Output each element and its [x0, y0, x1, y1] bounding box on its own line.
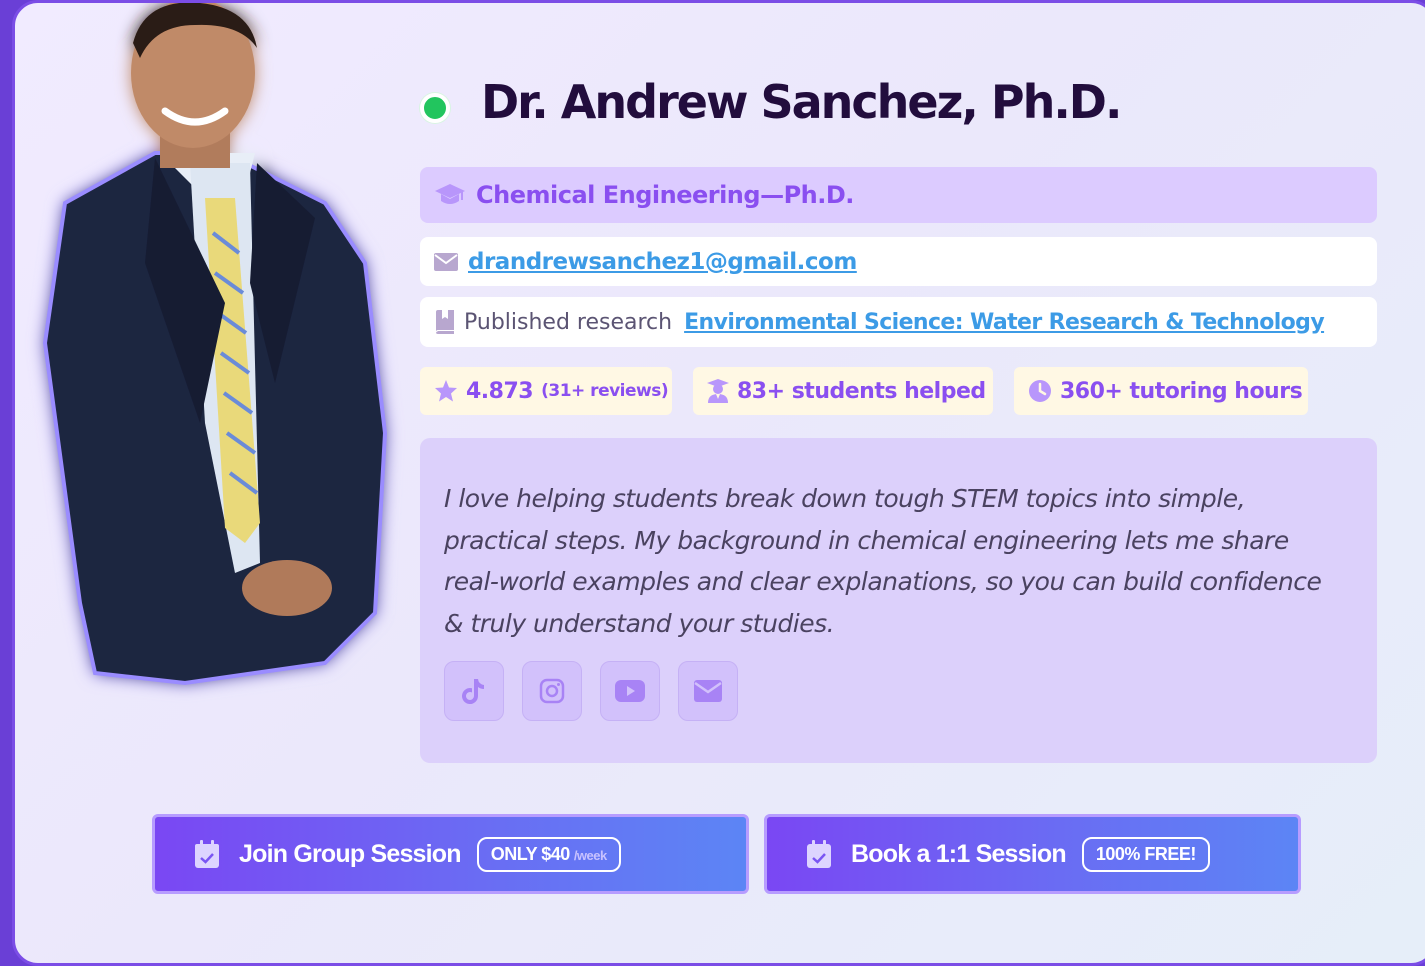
- tutor-name: Dr. Andrew Sanchez, Ph.D.: [481, 75, 1122, 129]
- instagram-icon[interactable]: [522, 661, 582, 721]
- graduation-cap-icon: [434, 182, 466, 208]
- email-row: drandrewsanchez1@gmail.com: [420, 237, 1377, 286]
- hours-badge: 360+ tutoring hours: [1014, 367, 1308, 415]
- rating-badge: 4.873 (31+ reviews): [420, 367, 672, 415]
- social-links: [444, 661, 738, 721]
- online-status-dot: [420, 93, 450, 123]
- hours-text: 360+ tutoring hours: [1060, 378, 1303, 404]
- bio-text: I love helping students break down tough…: [444, 484, 1322, 638]
- reviews-count: (31+ reviews): [541, 381, 669, 401]
- book-session-label: Book a 1:1 Session: [851, 839, 1067, 868]
- students-badge: 83+ students helped: [693, 367, 993, 415]
- calendar-check-icon: [807, 840, 831, 868]
- calendar-check-icon: [195, 840, 219, 868]
- tutor-portrait: [25, 3, 395, 693]
- group-price: ONLY $40: [490, 843, 571, 864]
- tiktok-icon[interactable]: [444, 661, 504, 721]
- book-icon: [434, 310, 456, 334]
- book-price-badge: 100% FREE!: [1081, 836, 1210, 872]
- join-group-session-button[interactable]: Join Group Session ONLY $40 /week: [152, 814, 749, 894]
- research-link[interactable]: Environmental Science: Water Research & …: [684, 310, 1325, 335]
- research-label: Published research: [464, 309, 673, 335]
- student-icon: [707, 379, 729, 403]
- research-row: Published research Environmental Science…: [420, 297, 1377, 347]
- join-group-label: Join Group Session: [239, 839, 462, 868]
- envelope-icon: [434, 252, 458, 271]
- students-text: 83+ students helped: [737, 378, 986, 404]
- degree-text: Chemical Engineering—Ph.D.: [476, 181, 854, 209]
- group-price-badge: ONLY $40 /week: [476, 836, 621, 872]
- clock-icon: [1028, 379, 1052, 403]
- rating-value: 4.873: [466, 378, 534, 404]
- tutor-profile-card: Dr. Andrew Sanchez, Ph.D. Chemical Engin…: [12, 0, 1425, 966]
- email-link[interactable]: drandrewsanchez1@gmail.com: [468, 249, 857, 275]
- mail-icon[interactable]: [678, 661, 738, 721]
- bio-panel: I love helping students break down tough…: [420, 438, 1377, 763]
- group-price-period: /week: [573, 847, 607, 863]
- youtube-icon[interactable]: [600, 661, 660, 721]
- book-one-on-one-button[interactable]: Book a 1:1 Session 100% FREE!: [764, 814, 1301, 894]
- star-icon: [434, 379, 458, 403]
- degree-row: Chemical Engineering—Ph.D.: [420, 167, 1377, 223]
- book-price: 100% FREE!: [1095, 843, 1197, 864]
